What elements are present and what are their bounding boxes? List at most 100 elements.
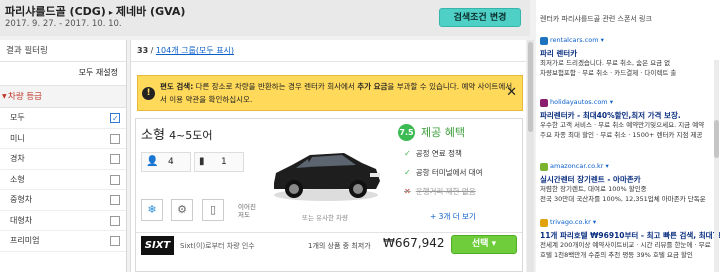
similar-car-caption: 또는 유사한 차량 [302, 214, 348, 222]
check-icon: ✓ [404, 168, 411, 177]
filter-option-economy[interactable]: 경차 [0, 149, 126, 170]
checkbox[interactable] [110, 154, 120, 164]
ad-line: 저렴한 장기렌트, 대여료 100% 할인중 [540, 185, 647, 193]
reset-all-link[interactable]: 모두 재설정 [0, 62, 126, 86]
ad-line: 우수한 고객 서비스 · 무료 취소 예약만기잊으세요. 지금 예약 [540, 121, 705, 129]
price-label: 1개의 상품 중 최저가 [308, 242, 371, 250]
ad-domain[interactable]: holidayautos.com ▾ [540, 98, 708, 109]
chevron-down-icon: ▼ [2, 93, 7, 100]
car-door-icon: ▯ [202, 199, 224, 221]
bags-feature: ▮ 1 [194, 152, 244, 172]
sponsored-ads: 렌터카 파리샤를드골 관련 스폰서 링크 rentalcars.com ▾ 파리… [536, 0, 720, 272]
favicon-icon [540, 99, 548, 107]
ad-domain-text: holidayautos.com ▾ [550, 98, 613, 106]
results-panel: 33 / 104개 그룹(모두 표시) ! 편도 검색: 다른 장소로 차량을 … [130, 40, 526, 272]
checkbox[interactable] [110, 109, 120, 129]
option-label: 모두 [10, 113, 25, 122]
ad-line: 주요 차종 최대 할인 · 무료 취소 · 1500+ 렌터카 지점 제공 [540, 130, 703, 139]
filter-sidebar: 결과 필터링 모두 재설정 ▼ 차량 등급 모두 미니 경차 소형 중형차 대형… [0, 40, 127, 272]
benefit-item: ✓ 공항 터미널에서 대여 [404, 167, 483, 178]
filter-option-all[interactable]: 모두 [0, 108, 126, 129]
vendor-logo: SIXT [141, 236, 174, 255]
ad-title[interactable]: 실시간렌터 장기렌트 - 아마존카 [540, 174, 708, 185]
select-button[interactable]: 선택 ▾ [451, 235, 517, 254]
cross-icon: ✕ [404, 187, 411, 196]
show-all-groups-link[interactable]: 104개 그룹(모두 표시) [156, 46, 234, 55]
notice-text: 편도 검색: 다른 장소로 차량을 반환하는 경우 렌터카 회사에서 추가 요금… [160, 80, 520, 106]
filter-option-mini[interactable]: 미니 [0, 129, 126, 149]
option-label: 프리미엄 [10, 236, 40, 245]
checkbox[interactable] [110, 174, 120, 185]
luggage-icon: ▮ [199, 156, 205, 167]
filter-option-midsize[interactable]: 중형차 [0, 190, 126, 211]
modify-search-button[interactable]: 검색조건 변경 [439, 8, 521, 27]
option-label: 대형차 [10, 215, 33, 225]
more-benefits-link[interactable]: + 3개 더 보기 [430, 211, 476, 222]
car-class-section[interactable]: ▼ 차량 등급 [0, 86, 126, 108]
scrollbar-thumb[interactable] [714, 120, 719, 158]
door-label: 이어진 저도 [238, 203, 256, 219]
results-count: 33 / 104개 그룹(모두 표시) [131, 40, 526, 62]
filter-title: 결과 필터링 [0, 40, 126, 62]
checkbox[interactable] [110, 133, 120, 144]
check-icon: ✓ [404, 149, 411, 158]
search-header: 파리샤를드골 (CDG) ▸ 제네바 (GVA) 2017. 9. 27. - 20… [0, 0, 530, 36]
rating-badge: 7.5 [398, 124, 415, 141]
trip-dates: 2017. 9. 27. - 2017. 10. 10. [5, 19, 122, 29]
option-label: 소형 [10, 174, 25, 184]
page: 파리샤를드골 (CDG) ▸ 제네바 (GVA) 2017. 9. 27. - 20… [0, 0, 720, 272]
notice-bold: 추가 요금 [357, 82, 388, 91]
ads-heading: 렌터카 파리샤를드골 관련 스폰서 링크 [540, 15, 652, 23]
count-separator: / [148, 46, 156, 55]
door-count: 4~5도어 [169, 129, 213, 142]
ad-title[interactable]: 파리 렌터카 [540, 48, 708, 59]
notice-text-1: 다른 장소로 차량을 반환하는 경우 렌터카 회사에서 [193, 82, 358, 91]
ad-item[interactable]: trivago.co.kr ▾ 11개 파리호텔 ₩96910부터 - 최고 빠… [540, 218, 720, 260]
result-number: 33 [137, 46, 149, 55]
person-icon: 👤 [146, 156, 159, 167]
route-title: 파리샤를드골 (CDG) ▸ 제네바 (GVA) [5, 3, 185, 19]
filter-option-fullsize[interactable]: 대형차 [0, 211, 126, 231]
checkbox[interactable] [110, 195, 120, 205]
checkbox[interactable] [110, 215, 120, 226]
car-image [274, 153, 380, 201]
origin-label: 파리샤를드골 (CDG) [5, 5, 106, 18]
benefit-item: ✓ 공정 연료 정책 [404, 148, 462, 159]
benefit-text: 공항 터미널에서 대여 [415, 168, 483, 177]
notice-label: 편도 검색: [160, 82, 194, 91]
ad-item[interactable]: rentalcars.com ▾ 파리 렌터카 최저가로 드리겠습니다. 무료 … [540, 36, 708, 78]
one-way-notice: ! 편도 검색: 다른 장소로 차량을 반환하는 경우 렌터카 회사에서 추가 … [137, 75, 523, 111]
benefit-text: 운행거리 제한 없음 [415, 187, 476, 196]
gearshift-icon: ⚙ [171, 199, 193, 221]
car-result-card: 소형 4~5도어 👤 4 ▮ 1 ❄ ⚙ ▯ 이어진 저도 또는 유사한 차량 … [135, 118, 523, 272]
scrollbar-thumb[interactable] [528, 42, 533, 132]
benefit-text: 공정 연료 정책 [415, 149, 462, 158]
ad-item[interactable]: holidayautos.com ▾ 파리렌터카 - 최대40%할인,최저 가격… [540, 98, 708, 140]
ad-line: 전세계 200개이상 예약사이트비교 · 시간 리뷰를 한눈에 · 무료 [540, 241, 711, 249]
warning-icon: ! [142, 87, 155, 100]
car-class: 소형 [141, 128, 165, 143]
seats-feature: 👤 4 [141, 152, 191, 172]
favicon-icon [540, 219, 548, 227]
destination-label: 제네바 (GVA) [115, 5, 186, 18]
ad-domain[interactable]: amazoncar.co.kr ▾ [540, 162, 708, 173]
snowflake-icon: ❄ [141, 199, 163, 221]
ad-domain-text: rentalcars.com ▾ [550, 36, 604, 44]
filter-option-premium[interactable]: 프리미엄 [0, 231, 126, 252]
checkbox[interactable] [110, 236, 120, 246]
ads-scrollbar[interactable] [714, 60, 719, 272]
ad-domain[interactable]: rentalcars.com ▾ [540, 36, 708, 47]
ad-line: 차량보험포함 · 무료 취소 · 카드결제 · 다이렉트 출 [540, 68, 677, 77]
seats-value: 4 [168, 157, 174, 167]
ad-domain[interactable]: trivago.co.kr ▾ [540, 218, 708, 229]
results-scrollbar[interactable] [527, 40, 534, 272]
car-class-heading: 차량 등급 [8, 92, 42, 102]
filter-option-compact[interactable]: 소형 [0, 170, 126, 190]
ad-title[interactable]: 파리렌터카 - 최대40%할인,최저 가격 보장. [540, 110, 708, 121]
close-icon[interactable]: ✕ [506, 85, 517, 100]
ad-item[interactable]: amazoncar.co.kr ▾ 실시간렌터 장기렌트 - 아마존카 저렴한 … [540, 162, 708, 204]
ad-title[interactable]: 11개 파리호텔 ₩96910부터 - 최고 빠른 검색, 최대78%할인 [540, 230, 720, 241]
offer-row: SIXT Sixt(이)로부터 차량 인수 1개의 상품 중 최저가 ₩667,… [136, 232, 522, 272]
ad-domain-text: trivago.co.kr ▾ [550, 218, 597, 226]
option-label: 미니 [10, 133, 25, 143]
